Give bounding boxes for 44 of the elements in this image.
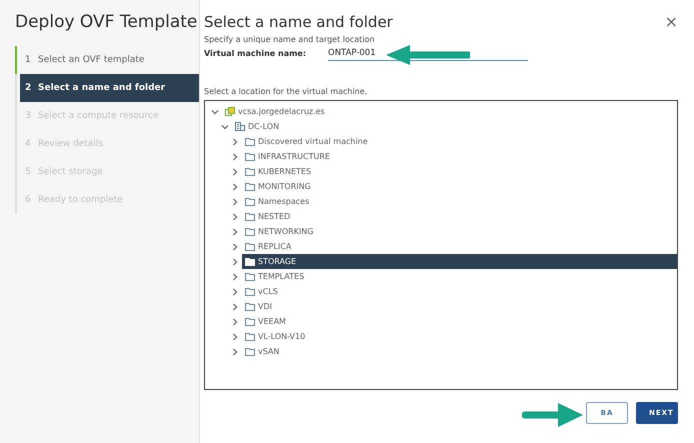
page-title: Select a name and folder xyxy=(204,12,393,30)
wizard-title: Deploy OVF Template xyxy=(15,12,198,32)
chevron-down-icon[interactable] xyxy=(221,122,229,130)
datacenter-icon xyxy=(235,122,245,131)
chevron-right-icon[interactable] xyxy=(231,258,239,266)
field-label: Virtual machine name: xyxy=(204,49,308,58)
vcenter-icon xyxy=(225,107,235,116)
tree-item[interactable]: DC-LON xyxy=(232,119,677,134)
chevron-right-icon[interactable] xyxy=(231,272,239,280)
chevron-right-icon[interactable] xyxy=(231,138,239,146)
tree-item[interactable]: REPLICA xyxy=(242,239,677,254)
tree-item[interactable]: Namespaces xyxy=(242,194,677,209)
tree-item[interactable]: TEMPLATES xyxy=(242,269,677,284)
chevron-right-icon[interactable] xyxy=(231,242,239,250)
tree-item[interactable]: NESTED xyxy=(242,209,677,224)
tree-item[interactable]: vCLS xyxy=(242,284,677,299)
chevron-right-icon[interactable] xyxy=(231,182,239,190)
chevron-right-icon[interactable] xyxy=(231,152,239,160)
tree-item[interactable]: Discovered virtual machine xyxy=(242,134,677,149)
tree-item[interactable]: KUBERNETES xyxy=(242,164,677,179)
wizard-step[interactable]: 2 Select a name and folder xyxy=(20,74,199,102)
tree-item[interactable]: MONITORING xyxy=(242,179,677,194)
chevron-down-icon[interactable] xyxy=(211,108,219,116)
chevron-right-icon[interactable] xyxy=(231,198,239,206)
tree-item[interactable]: VEEAM xyxy=(242,314,677,329)
chevron-right-icon[interactable] xyxy=(231,168,239,176)
arrow-annotation xyxy=(522,402,584,428)
tree-item[interactable]: vSAN xyxy=(242,344,677,359)
chevron-right-icon[interactable] xyxy=(231,228,239,236)
tree-item[interactable]: VL-LON-V10 xyxy=(242,329,677,344)
chevron-right-icon[interactable] xyxy=(231,318,239,326)
chevron-right-icon[interactable] xyxy=(231,302,239,310)
subtitle: Specify a unique name and target location xyxy=(204,35,376,44)
tree-item[interactable]: NETWORKING xyxy=(242,224,677,239)
location-label: Select a location for the virtual machine. xyxy=(204,87,368,96)
tree-item[interactable]: INFRASTRUCTURE xyxy=(242,149,677,164)
chevron-right-icon[interactable] xyxy=(231,332,239,340)
chevron-right-icon[interactable] xyxy=(231,212,239,220)
chevron-right-icon[interactable] xyxy=(231,348,239,356)
tree-item[interactable]: STORAGE xyxy=(242,254,677,269)
tree-item[interactable]: VDI xyxy=(242,299,677,314)
chevron-right-icon[interactable] xyxy=(231,288,239,296)
tree-item[interactable]: vcsa.jorgedelacruz.es xyxy=(222,104,677,119)
close-button[interactable]: × xyxy=(664,12,678,31)
